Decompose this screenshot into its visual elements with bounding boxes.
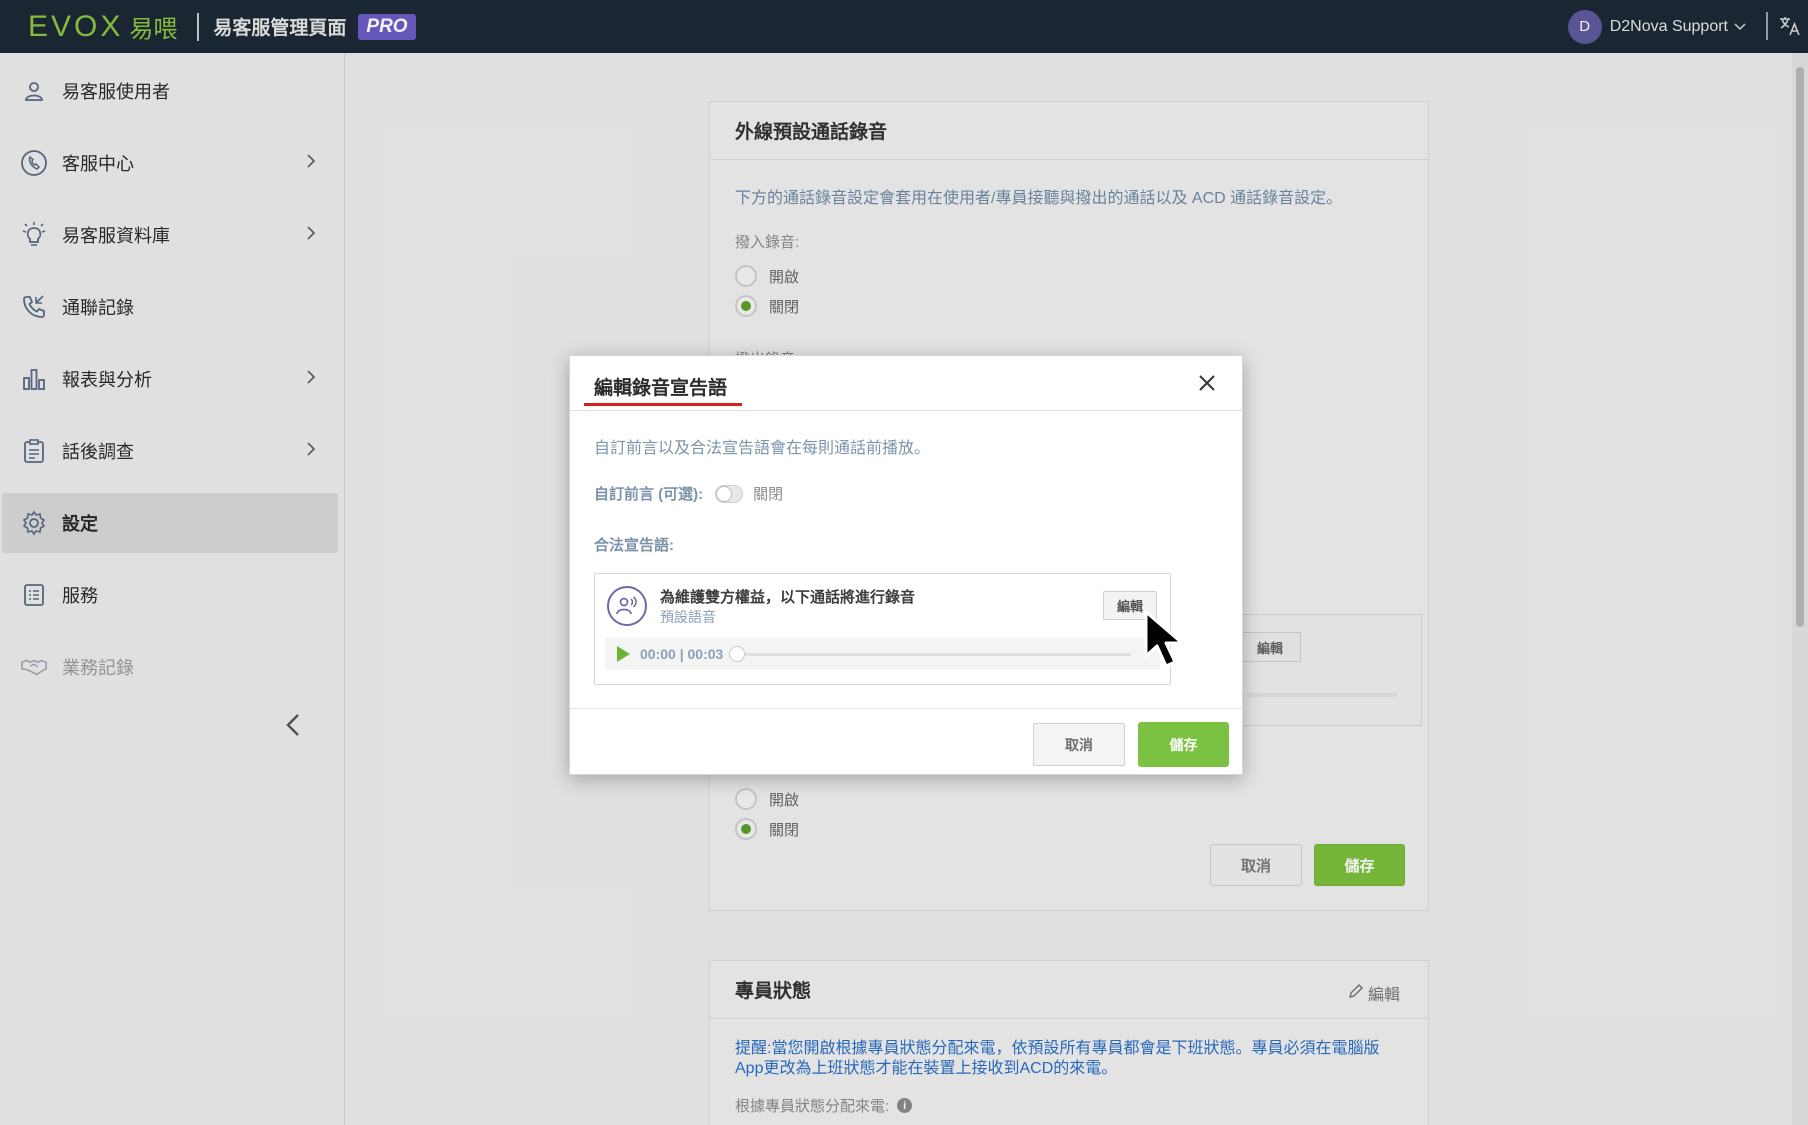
modal-header: 編輯錄音宣告語 (570, 356, 1242, 411)
player-time: 00:00 | 00:03 (640, 646, 724, 662)
cancel-button[interactable]: 取消 (1033, 723, 1125, 766)
custom-intro-state: 關閉 (753, 486, 784, 503)
custom-intro-toggle[interactable] (715, 484, 744, 503)
modal-title: 編輯錄音宣告語 (594, 378, 728, 399)
voice-icon (607, 586, 647, 626)
audio-progress-track[interactable] (729, 645, 1132, 662)
custom-intro-label: 自訂前言 (可選): (594, 486, 704, 503)
audio-progress-thumb[interactable] (729, 645, 746, 662)
custom-intro-row: 自訂前言 (可選): 關閉 (594, 483, 783, 504)
save-button[interactable]: 儲存 (1138, 722, 1229, 767)
close-icon[interactable] (1196, 372, 1218, 394)
announcement-title: 為維護雙方權益，以下通話將進行錄音 (660, 589, 916, 606)
modal-description: 自訂前言以及合法宣告語會在每則通話前播放。 (594, 440, 931, 457)
modal-footer-divider (570, 708, 1242, 709)
title-underline (584, 403, 742, 406)
legal-announcement-box: 為維護雙方權益，以下通話將進行錄音 預設語音 編輯 00:00 | 00:03 (594, 573, 1171, 685)
toggle-knob (716, 485, 733, 502)
announcement-subtitle: 預設語音 (660, 609, 716, 625)
mouse-cursor-icon (1142, 608, 1198, 672)
audio-player: 00:00 | 00:03 (605, 638, 1160, 670)
edit-announcement-modal: 編輯錄音宣告語 自訂前言以及合法宣告語會在每則通話前播放。 自訂前言 (可選):… (569, 355, 1243, 775)
legal-announcement-label: 合法宣告語: (594, 537, 674, 554)
play-icon[interactable] (617, 646, 630, 662)
